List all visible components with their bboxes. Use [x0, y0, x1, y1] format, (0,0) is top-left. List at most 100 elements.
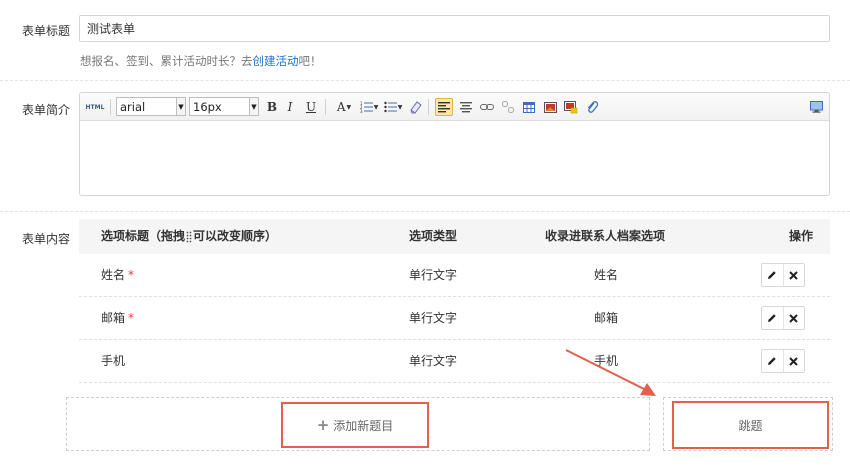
- header-option-type: 选项类型: [409, 229, 458, 243]
- table-row[interactable]: 姓名 * 单行文字 姓名: [79, 254, 830, 297]
- toolbar-separator: [110, 99, 111, 115]
- editor-content-area[interactable]: [80, 121, 829, 195]
- form-title-label: 表单标题: [22, 24, 71, 38]
- hint-prefix: 想报名、签到、累计活动时长？去: [80, 54, 253, 68]
- row-operations: [761, 349, 805, 373]
- font-family-select[interactable]: arial ▼: [116, 97, 186, 116]
- image-button[interactable]: [541, 98, 559, 116]
- unlink-button[interactable]: [499, 98, 517, 116]
- option-title: 姓名 *: [101, 254, 134, 297]
- italic-button[interactable]: I: [283, 98, 297, 116]
- toolbar-separator: [428, 99, 429, 115]
- svg-text:3: 3: [360, 109, 363, 113]
- align-left-icon: [438, 101, 450, 112]
- option-type: 单行文字: [409, 354, 458, 368]
- font-color-label: A: [336, 100, 346, 114]
- chevron-down-icon: ▼: [397, 103, 403, 111]
- option-title: 邮箱 *: [101, 297, 134, 340]
- create-activity-hint: 想报名、签到、累计活动时长？去创建活动吧！: [80, 53, 322, 69]
- align-center-button[interactable]: [457, 98, 475, 116]
- insert-image-icon: [564, 100, 578, 113]
- underline-button[interactable]: U: [304, 98, 318, 116]
- link-button[interactable]: [478, 98, 496, 116]
- close-icon: [789, 270, 799, 280]
- contact-field: 手机: [594, 354, 619, 368]
- close-icon: [789, 313, 799, 323]
- delete-button[interactable]: [782, 350, 804, 372]
- create-activity-link[interactable]: 创建活动: [253, 54, 299, 68]
- pencil-icon: [768, 314, 777, 322]
- bold-button[interactable]: B: [264, 98, 280, 116]
- table-icon: [523, 101, 535, 113]
- header-option-title: 选项标题（拖拽 可以改变顺序）: [101, 219, 277, 254]
- header-operations: 操作: [789, 229, 814, 243]
- option-title: 手机: [101, 340, 128, 383]
- pencil-icon: [768, 271, 777, 279]
- row-operations: [761, 306, 805, 330]
- rich-text-editor: HTML arial ▼ 16px ▼ B I U A ▼ 1 2 3 ▼ ▼: [79, 92, 830, 196]
- chevron-down-icon: ▼: [176, 98, 185, 115]
- preview-button[interactable]: [807, 98, 825, 116]
- chevron-down-icon: ▼: [249, 98, 258, 115]
- required-marker: *: [128, 268, 135, 282]
- font-size-value: 16px: [193, 99, 222, 114]
- contact-field: 邮箱: [594, 311, 619, 325]
- header-contact-field: 收录进联系人档案选项: [545, 229, 666, 243]
- unordered-list-button[interactable]: ▼: [382, 98, 404, 116]
- option-type: 单行文字: [409, 268, 458, 282]
- chevron-down-icon: ▼: [373, 103, 379, 111]
- monitor-icon: [809, 101, 823, 113]
- align-left-button[interactable]: [435, 98, 453, 116]
- editor-toolbar: HTML arial ▼ 16px ▼ B I U A ▼ 1 2 3 ▼ ▼: [80, 93, 829, 121]
- header-title-prefix: 选项标题（拖拽: [101, 229, 186, 243]
- delete-button[interactable]: [782, 307, 804, 329]
- ordered-list-button[interactable]: 1 2 3 ▼: [358, 98, 380, 116]
- table-row[interactable]: 手机 单行文字 手机: [79, 340, 830, 383]
- pencil-icon: [768, 357, 777, 365]
- font-family-value: arial: [120, 99, 146, 114]
- divider: [0, 80, 850, 81]
- paperclip-icon: [588, 100, 598, 113]
- chevron-down-icon: ▼: [346, 103, 352, 111]
- form-title-input[interactable]: [79, 15, 830, 42]
- table-row[interactable]: 邮箱 * 单行文字 邮箱: [79, 297, 830, 340]
- drag-grip-icon: [186, 231, 192, 242]
- header-title-suffix: 可以改变顺序）: [193, 229, 278, 243]
- contact-field: 姓名: [594, 268, 619, 282]
- jump-question-label: 跳题: [738, 418, 763, 433]
- attachment-button[interactable]: [583, 98, 601, 116]
- divider: [0, 211, 850, 212]
- edit-button[interactable]: [762, 264, 783, 286]
- font-color-button[interactable]: A ▼: [333, 98, 355, 116]
- ordered-list-icon: 123: [360, 101, 373, 113]
- hint-suffix: 吧！: [298, 54, 322, 68]
- table-header: 选项标题（拖拽 可以改变顺序） 选项类型 收录进联系人档案选项 操作: [79, 219, 830, 254]
- option-title-text: 姓名: [101, 268, 126, 282]
- jump-question-button[interactable]: 跳题: [672, 401, 829, 449]
- row-operations: [761, 263, 805, 287]
- toolbar-separator: [325, 99, 326, 115]
- font-size-select[interactable]: 16px ▼: [189, 97, 259, 116]
- align-center-icon: [460, 101, 472, 112]
- unlink-icon: [502, 101, 514, 113]
- close-icon: [789, 356, 799, 366]
- add-question-label: 添加新题目: [333, 418, 394, 433]
- option-type: 单行文字: [409, 311, 458, 325]
- option-title-text: 手机: [101, 354, 126, 368]
- delete-button[interactable]: [782, 264, 804, 286]
- table-button[interactable]: [520, 98, 538, 116]
- eraser-button[interactable]: [406, 98, 424, 116]
- insert-image-button[interactable]: [562, 98, 580, 116]
- eraser-icon: [410, 101, 422, 114]
- form-content-label: 表单内容: [22, 232, 71, 246]
- link-icon: [480, 104, 494, 110]
- plus-icon: +: [316, 416, 330, 434]
- form-intro-label: 表单简介: [22, 103, 71, 117]
- html-source-button[interactable]: HTML: [84, 98, 106, 116]
- option-title-text: 邮箱: [101, 311, 126, 325]
- add-question-button[interactable]: + 添加新题目: [281, 402, 429, 448]
- edit-button[interactable]: [762, 307, 783, 329]
- unordered-list-icon: [383, 101, 397, 113]
- image-icon: [543, 101, 557, 113]
- edit-button[interactable]: [762, 350, 783, 372]
